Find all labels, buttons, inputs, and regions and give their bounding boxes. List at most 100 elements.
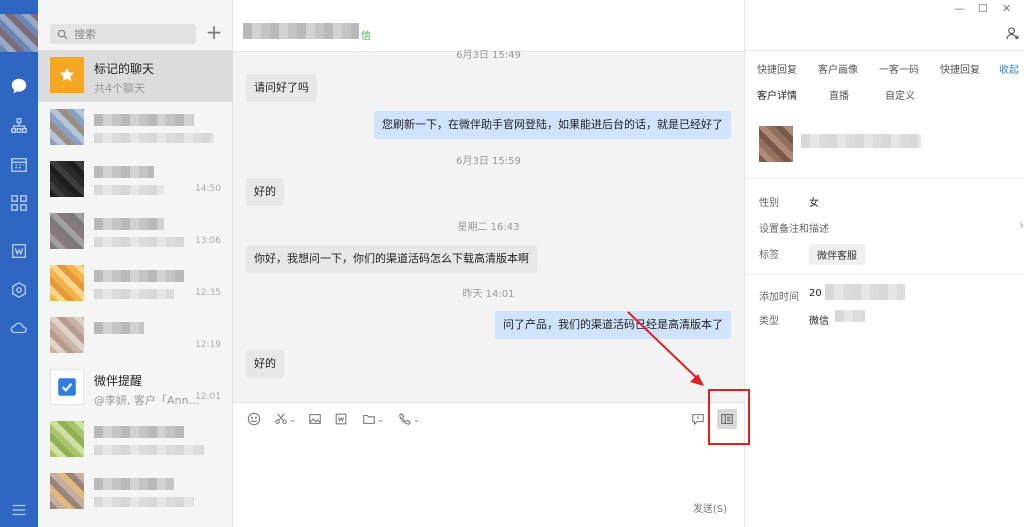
list-item-name: 微伴提醒 — [94, 374, 143, 388]
star-icon — [50, 57, 84, 93]
chat-icon[interactable] — [9, 76, 29, 96]
redacted-name — [94, 218, 164, 230]
message-timestamp: 昨天 14:01 — [462, 289, 515, 300]
maximize-icon[interactable]: ☐ — [978, 2, 988, 15]
field-label[interactable]: 设置备注和描述 — [759, 220, 829, 235]
chat-panel: 信 6月3日 15:49 请问好了吗 您刷新一下，在微伴助手官网登陆，如果能进后… — [233, 0, 744, 527]
field-value: 20 — [809, 288, 822, 299]
message-incoming[interactable]: 好的 — [246, 350, 284, 378]
tab-quick-reply[interactable]: 快捷回复 — [757, 61, 797, 76]
message-timestamp: 星期二 16:43 — [457, 222, 520, 233]
redacted-preview — [94, 497, 194, 507]
list-item-sub: 共4个聊天 — [94, 82, 145, 95]
list-item[interactable]: 12:35 — [38, 258, 233, 310]
redacted-preview — [94, 289, 174, 299]
message-outgoing[interactable]: 您刷新一下，在微伴助手官网登陆，如果能进后台的话，就是已经好了 — [374, 111, 731, 139]
contact-source-tag: 信 — [361, 31, 371, 42]
tag-chip[interactable]: 微伴客服 — [809, 244, 865, 265]
avatar — [50, 473, 84, 509]
send-button[interactable]: 发送(S) — [693, 500, 727, 515]
chat-header: 信 — [233, 0, 744, 52]
add-contact-icon[interactable] — [1005, 26, 1020, 44]
field-value: 女 — [809, 198, 819, 209]
apps-grid-icon[interactable] — [9, 193, 29, 213]
cloud-icon[interactable] — [9, 318, 29, 338]
field-label: 类型 — [759, 316, 779, 327]
folder-icon[interactable]: ⌄ — [362, 411, 384, 427]
user-avatar[interactable] — [0, 14, 38, 52]
field-label: 添加时间 — [759, 292, 799, 303]
redacted-name — [94, 426, 184, 438]
list-item[interactable]: 13:06 — [38, 206, 233, 258]
close-icon[interactable]: ✕ — [1002, 2, 1011, 15]
compose-area[interactable]: ⌄ ⌄ ⌄ 发送(S) — [233, 402, 744, 527]
window-controls: — ☐ ✕ — [924, 0, 1024, 20]
list-item[interactable] — [38, 414, 233, 466]
customer-panel: — ☐ ✕ 快捷回复 客户画像 一客一码 快捷回复 收起 客户详情 直播 自定义… — [744, 0, 1024, 527]
tab-custom[interactable]: 自定义 — [885, 87, 915, 102]
word-file-icon[interactable] — [334, 411, 348, 427]
tab-customer-details[interactable]: 客户详情 — [757, 87, 797, 102]
scissors-icon[interactable]: ⌄ — [274, 411, 296, 427]
checkbox-icon — [50, 369, 84, 405]
message-timestamp: 6月3日 15:59 — [456, 156, 521, 167]
chat-record-icon[interactable] — [691, 411, 705, 427]
emoji-icon[interactable] — [247, 411, 261, 427]
redacted-preview — [94, 133, 214, 143]
list-item-starred[interactable]: 标记的聊天 共4个聊天 — [38, 50, 233, 102]
list-item[interactable]: 14:50 — [38, 154, 233, 206]
list-item-weiban-reminder[interactable]: 微伴提醒 @李妍, 客户「Ann... 12:01 — [38, 362, 233, 414]
field-value: 微信 — [809, 316, 829, 327]
tab-live[interactable]: 直播 — [829, 87, 849, 102]
chat-list: 搜索 + 标记的聊天 共4个聊天 14:50 13:06 12:35 12:19 — [38, 0, 233, 527]
message-incoming[interactable]: 你好，我想问一下，你们的渠道活码怎么下载高清版本啊 — [246, 245, 537, 273]
redacted-preview — [94, 445, 204, 455]
redacted-name — [94, 478, 174, 490]
list-item-sub: @李妍, 客户「Ann... — [94, 394, 199, 407]
avatar — [50, 213, 84, 249]
tab-quick-reply-2[interactable]: 快捷回复 — [940, 61, 980, 76]
nav-rail — [0, 0, 38, 527]
message-outgoing[interactable]: 问了产品，我们的渠道活码已经是高清版本了 — [495, 311, 731, 339]
list-item[interactable] — [38, 466, 233, 518]
tab-customer-profile[interactable]: 客户画像 — [818, 61, 858, 76]
avatar — [759, 126, 793, 162]
avatar — [50, 109, 84, 145]
calendar-icon[interactable] — [9, 155, 29, 175]
message-incoming[interactable]: 请问好了吗 — [246, 74, 317, 102]
cube-icon[interactable] — [9, 280, 29, 300]
message-timestamp: 6月3日 15:49 — [456, 50, 521, 61]
list-item-time: 12:35 — [195, 288, 221, 298]
avatar — [50, 161, 84, 197]
field-label: 标签 — [759, 250, 779, 261]
redacted-name — [94, 166, 154, 178]
phone-icon[interactable]: ⌄ — [398, 411, 420, 427]
redacted-value — [835, 310, 865, 322]
chevron-right-icon[interactable]: › — [1019, 218, 1024, 232]
message-incoming[interactable]: 好的 — [246, 178, 284, 206]
collapse-button[interactable]: 收起 — [999, 61, 1019, 76]
redacted-preview — [94, 185, 164, 195]
search-input[interactable]: 搜索 — [50, 24, 196, 44]
add-button[interactable]: + — [205, 22, 223, 43]
org-chart-icon[interactable] — [9, 116, 29, 136]
list-item[interactable] — [38, 102, 233, 154]
menu-icon[interactable] — [9, 500, 29, 520]
list-item-time: 14:50 — [195, 184, 221, 194]
avatar — [50, 265, 84, 301]
list-item-time: 13:06 — [195, 236, 221, 246]
image-icon[interactable] — [308, 411, 322, 427]
search-placeholder: 搜索 — [74, 28, 96, 41]
avatar — [50, 421, 84, 457]
redacted-contact-name — [243, 23, 359, 39]
redacted-value — [825, 284, 905, 300]
list-item-name: 标记的聊天 — [94, 62, 155, 76]
word-doc-icon[interactable] — [9, 241, 29, 261]
list-item[interactable]: 12:19 — [38, 310, 233, 362]
redacted-name — [94, 114, 194, 126]
minimize-icon[interactable]: — — [954, 2, 965, 15]
redacted-name — [94, 322, 144, 334]
tab-one-customer-one-code[interactable]: 一客一码 — [879, 61, 919, 76]
redacted-customer-name — [801, 134, 921, 148]
highlight-box — [708, 389, 750, 445]
